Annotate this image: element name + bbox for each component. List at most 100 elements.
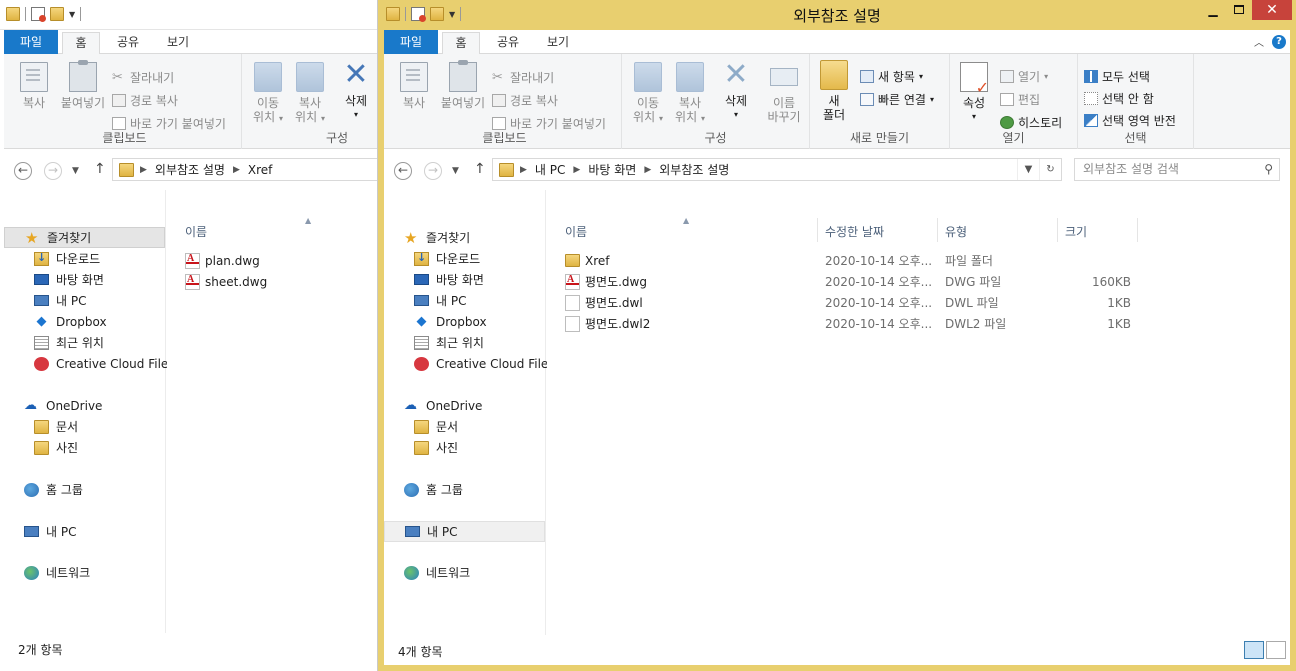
edit-button[interactable]: 편집 (1000, 91, 1040, 108)
nav-item-dropbox[interactable]: ◆ Dropbox (4, 311, 165, 332)
refresh-icon[interactable]: ↻ (1039, 159, 1061, 180)
nav-item-homegroup[interactable]: 홈 그룹 (384, 479, 545, 500)
open-button[interactable]: 열기 ▾ (1000, 68, 1048, 85)
back-button[interactable]: ← (14, 162, 32, 180)
recent-locations-icon[interactable]: ▼ (452, 162, 459, 180)
tab-home[interactable]: 홈 (62, 32, 100, 55)
large-icons-view-icon[interactable] (1266, 641, 1286, 659)
search-input[interactable]: 외부참조 설명 검색 ⚲ (1074, 158, 1280, 181)
nav-item-network[interactable]: 네트워크 (384, 562, 545, 583)
easy-access-button[interactable]: 빠른 연결 ▾ (860, 91, 934, 108)
paste-button[interactable]: 붙여넣기 (58, 60, 108, 110)
column-header-name[interactable]: 이름 (565, 223, 587, 241)
nav-item-desktop[interactable]: 바탕 화면 (4, 269, 165, 290)
rename-button[interactable]: 이름 바꾸기 (762, 62, 806, 124)
file-row[interactable]: sheet.dwg (185, 271, 267, 292)
forward-button[interactable]: → (424, 162, 442, 180)
tab-share[interactable]: 공유 (488, 32, 528, 54)
column-divider[interactable] (817, 218, 818, 242)
cut-button[interactable]: ✂ 잘라내기 (492, 69, 554, 86)
forward-button[interactable]: → (44, 162, 62, 180)
address-bar[interactable]: ▶ 외부참조 설명 ▶ Xref (112, 158, 377, 181)
nav-item-homegroup[interactable]: 홈 그룹 (4, 479, 165, 500)
column-divider[interactable] (1057, 218, 1058, 242)
tab-file[interactable]: 파일 (384, 30, 438, 54)
copy-button[interactable]: 복사 (14, 62, 54, 110)
nav-item-creative-cloud[interactable]: Creative Cloud Files (4, 353, 175, 374)
address-bar[interactable]: ▶ 내 PC ▶ 바탕 화면 ▶ 외부참조 설명 ▼ ↻ (492, 158, 1062, 181)
tab-file[interactable]: 파일 (4, 30, 58, 54)
nav-item-this-pc[interactable]: 내 PC (4, 290, 165, 311)
tab-view[interactable]: 보기 (158, 32, 198, 54)
delete-button[interactable]: ✕ 삭제 ▾ (338, 60, 374, 122)
nav-item-desktop[interactable]: 바탕 화면 (384, 269, 545, 290)
up-arrow-icon[interactable]: ↑ (94, 161, 106, 177)
table-row[interactable]: 평면도.dwl 2020-10-14 오후... DWL 파일 1KB (547, 292, 1290, 313)
nav-item-downloads[interactable]: 다운로드 (4, 248, 165, 269)
search-icon[interactable]: ⚲ (1264, 159, 1273, 180)
recent-locations-icon[interactable]: ▼ (72, 162, 79, 180)
delete-button[interactable]: ✕ 삭제 ▾ (718, 60, 754, 122)
new-folder-button[interactable]: 새 폴더 (814, 60, 854, 122)
column-header-type[interactable]: 유형 (945, 223, 967, 241)
table-row[interactable]: 평면도.dwg 2020-10-14 오후... DWG 파일 160KB (547, 271, 1290, 292)
table-row[interactable]: 평면도.dwl2 2020-10-14 오후... DWL2 파일 1KB (547, 313, 1290, 334)
qat-dropdown-icon[interactable]: ▼ (69, 10, 75, 19)
column-header-size[interactable]: 크기 (1065, 223, 1087, 241)
help-icon[interactable]: ? (1272, 34, 1286, 49)
breadcrumb-item[interactable]: Xref (248, 163, 273, 177)
table-row[interactable]: Xref 2020-10-14 오후... 파일 폴더 (547, 250, 1290, 271)
nav-item-this-pc-root[interactable]: 내 PC (384, 521, 545, 542)
minimize-button[interactable]: ▁ (1200, 0, 1226, 20)
cut-button[interactable]: ✂ 잘라내기 (112, 69, 174, 86)
properties-button[interactable]: 속성 ▾ (954, 62, 994, 124)
move-to-button[interactable]: 이동 위치 ▾ (248, 62, 288, 126)
paste-button[interactable]: 붙여넣기 (438, 60, 488, 110)
nav-item-creative-cloud[interactable]: Creative Cloud Files (384, 353, 555, 374)
up-arrow-icon[interactable]: ↑ (474, 161, 486, 177)
nav-item-network[interactable]: 네트워크 (4, 562, 165, 583)
nav-item-favorites[interactable]: ★ 즐겨찾기 (4, 227, 165, 248)
move-to-button[interactable]: 이동 위치 ▾ (628, 62, 668, 126)
nav-item-this-pc[interactable]: 내 PC (384, 290, 545, 311)
column-header-modified[interactable]: 수정한 날짜 (825, 223, 884, 241)
nav-item-documents[interactable]: 문서 (384, 416, 545, 437)
select-all-button[interactable]: 모두 선택 (1084, 68, 1150, 85)
address-dropdown-icon[interactable]: ▼ (1017, 159, 1039, 180)
file-row[interactable]: plan.dwg (185, 250, 260, 271)
nav-item-recent[interactable]: 최근 위치 (4, 332, 165, 353)
nav-item-onedrive[interactable]: ☁ OneDrive (4, 395, 165, 416)
maximize-button[interactable] (1226, 0, 1252, 20)
nav-item-onedrive[interactable]: ☁ OneDrive (384, 395, 545, 416)
nav-item-pictures[interactable]: 사진 (4, 437, 165, 458)
folder-icon[interactable] (6, 7, 20, 21)
tab-view[interactable]: 보기 (538, 32, 578, 54)
breadcrumb-item[interactable]: 바탕 화면 (588, 161, 636, 178)
copy-path-button[interactable]: 경로 복사 (112, 92, 178, 109)
properties-icon[interactable] (31, 7, 46, 22)
column-divider[interactable] (937, 218, 938, 242)
select-none-button[interactable]: 선택 안 함 (1084, 90, 1154, 107)
column-header-name[interactable]: 이름 (185, 223, 207, 241)
tab-share[interactable]: 공유 (108, 32, 148, 54)
column-divider[interactable] (1137, 218, 1138, 242)
details-view-icon[interactable] (1244, 641, 1264, 659)
tab-home[interactable]: 홈 (442, 32, 480, 55)
new-folder-icon[interactable] (50, 7, 64, 21)
nav-item-this-pc-root[interactable]: 내 PC (4, 521, 165, 542)
nav-item-pictures[interactable]: 사진 (384, 437, 545, 458)
nav-item-favorites[interactable]: ★ 즐겨찾기 (384, 227, 545, 248)
breadcrumb-item[interactable]: 내 PC (535, 161, 565, 178)
nav-item-recent[interactable]: 최근 위치 (384, 332, 545, 353)
close-button[interactable]: ✕ (1252, 0, 1292, 20)
back-button[interactable]: ← (394, 162, 412, 180)
breadcrumb-item[interactable]: 외부참조 설명 (155, 161, 225, 178)
copy-button[interactable]: 복사 (394, 62, 434, 110)
breadcrumb-item[interactable]: 외부참조 설명 (659, 161, 729, 178)
nav-item-dropbox[interactable]: ◆ Dropbox (384, 311, 545, 332)
collapse-ribbon-icon[interactable]: ︿ (1254, 34, 1264, 49)
invert-selection-button[interactable]: 선택 영역 반전 (1084, 112, 1176, 129)
copy-to-button[interactable]: 복사 위치 ▾ (290, 62, 330, 126)
copy-path-button[interactable]: 경로 복사 (492, 92, 558, 109)
copy-to-button[interactable]: 복사 위치 ▾ (670, 62, 710, 126)
